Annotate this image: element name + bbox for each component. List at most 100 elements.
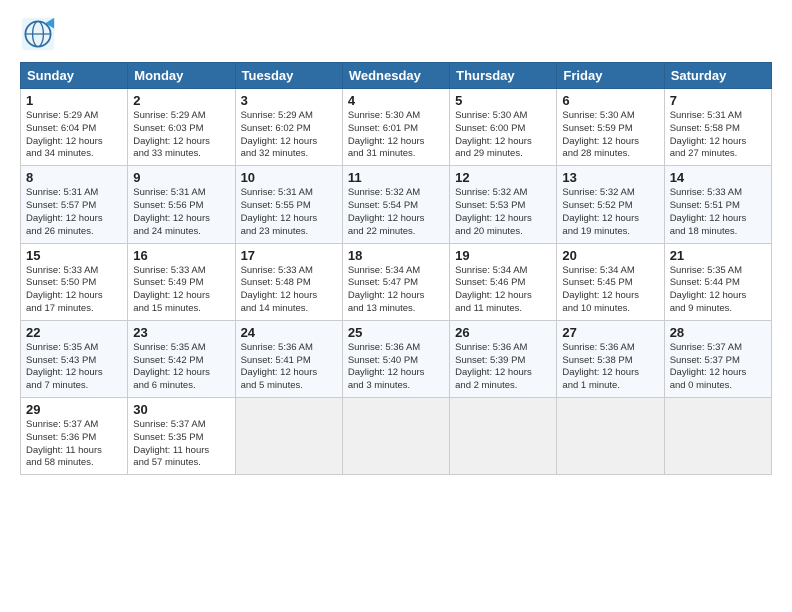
day-detail: Sunrise: 5:32 AM Sunset: 5:54 PM Dayligh… bbox=[348, 187, 444, 238]
day-detail: Sunrise: 5:30 AM Sunset: 6:01 PM Dayligh… bbox=[348, 110, 444, 161]
calendar-day-cell bbox=[557, 398, 664, 475]
day-detail: Sunrise: 5:35 AM Sunset: 5:44 PM Dayligh… bbox=[670, 265, 766, 316]
day-detail: Sunrise: 5:33 AM Sunset: 5:51 PM Dayligh… bbox=[670, 187, 766, 238]
day-number: 9 bbox=[133, 170, 229, 185]
day-number: 30 bbox=[133, 402, 229, 417]
day-detail: Sunrise: 5:31 AM Sunset: 5:55 PM Dayligh… bbox=[241, 187, 337, 238]
day-number: 2 bbox=[133, 93, 229, 108]
day-number: 15 bbox=[26, 248, 122, 263]
day-detail: Sunrise: 5:36 AM Sunset: 5:40 PM Dayligh… bbox=[348, 342, 444, 393]
day-number: 16 bbox=[133, 248, 229, 263]
day-number: 28 bbox=[670, 325, 766, 340]
day-number: 7 bbox=[670, 93, 766, 108]
day-number: 17 bbox=[241, 248, 337, 263]
day-detail: Sunrise: 5:34 AM Sunset: 5:46 PM Dayligh… bbox=[455, 265, 551, 316]
calendar-weekday-header: Thursday bbox=[450, 63, 557, 89]
calendar-day-cell bbox=[342, 398, 449, 475]
calendar-day-cell: 14 Sunrise: 5:33 AM Sunset: 5:51 PM Dayli… bbox=[664, 166, 771, 243]
day-number: 13 bbox=[562, 170, 658, 185]
calendar-day-cell: 27 Sunrise: 5:36 AM Sunset: 5:38 PM Dayli… bbox=[557, 320, 664, 397]
day-detail: Sunrise: 5:31 AM Sunset: 5:56 PM Dayligh… bbox=[133, 187, 229, 238]
day-number: 14 bbox=[670, 170, 766, 185]
day-detail: Sunrise: 5:30 AM Sunset: 5:59 PM Dayligh… bbox=[562, 110, 658, 161]
day-detail: Sunrise: 5:33 AM Sunset: 5:48 PM Dayligh… bbox=[241, 265, 337, 316]
calendar-day-cell: 3Sunrise: 5:29 AM Sunset: 6:02 PM Daylig… bbox=[235, 89, 342, 166]
calendar-day-cell: 9 Sunrise: 5:31 AM Sunset: 5:56 PM Daylig… bbox=[128, 166, 235, 243]
day-number: 11 bbox=[348, 170, 444, 185]
calendar-day-cell: 6 Sunrise: 5:30 AM Sunset: 5:59 PM Daylig… bbox=[557, 89, 664, 166]
day-detail: Sunrise: 5:36 AM Sunset: 5:41 PM Dayligh… bbox=[241, 342, 337, 393]
calendar-day-cell: 1 Sunrise: 5:29 AM Sunset: 6:04 PM Daylig… bbox=[21, 89, 128, 166]
calendar-day-cell: 16 Sunrise: 5:33 AM Sunset: 5:49 PM Dayli… bbox=[128, 243, 235, 320]
calendar-day-cell: 8Sunrise: 5:31 AM Sunset: 5:57 PM Daylig… bbox=[21, 166, 128, 243]
calendar-day-cell: 30Sunrise: 5:37 AM Sunset: 5:35 PM Dayli… bbox=[128, 398, 235, 475]
calendar-week-row: 1 Sunrise: 5:29 AM Sunset: 6:04 PM Daylig… bbox=[21, 89, 772, 166]
day-number: 6 bbox=[562, 93, 658, 108]
header bbox=[20, 16, 772, 52]
logo-icon bbox=[20, 16, 56, 52]
calendar-day-cell: 26Sunrise: 5:36 AM Sunset: 5:39 PM Dayli… bbox=[450, 320, 557, 397]
calendar-week-row: 15 Sunrise: 5:33 AM Sunset: 5:50 PM Dayli… bbox=[21, 243, 772, 320]
calendar-weekday-header: Sunday bbox=[21, 63, 128, 89]
calendar-day-cell: 10 Sunrise: 5:31 AM Sunset: 5:55 PM Dayli… bbox=[235, 166, 342, 243]
day-number: 23 bbox=[133, 325, 229, 340]
calendar-day-cell: 12 Sunrise: 5:32 AM Sunset: 5:53 PM Dayli… bbox=[450, 166, 557, 243]
calendar-weekday-header: Wednesday bbox=[342, 63, 449, 89]
calendar-day-cell: 21 Sunrise: 5:35 AM Sunset: 5:44 PM Dayli… bbox=[664, 243, 771, 320]
calendar-day-cell: 19 Sunrise: 5:34 AM Sunset: 5:46 PM Dayli… bbox=[450, 243, 557, 320]
calendar-day-cell: 18Sunrise: 5:34 AM Sunset: 5:47 PM Dayli… bbox=[342, 243, 449, 320]
day-number: 25 bbox=[348, 325, 444, 340]
day-detail: Sunrise: 5:33 AM Sunset: 5:50 PM Dayligh… bbox=[26, 265, 122, 316]
day-number: 10 bbox=[241, 170, 337, 185]
calendar-day-cell bbox=[450, 398, 557, 475]
day-number: 21 bbox=[670, 248, 766, 263]
day-number: 18 bbox=[348, 248, 444, 263]
calendar-day-cell: 29 Sunrise: 5:37 AM Sunset: 5:36 PM Dayli… bbox=[21, 398, 128, 475]
calendar-day-cell bbox=[664, 398, 771, 475]
calendar-weekday-header: Tuesday bbox=[235, 63, 342, 89]
day-number: 20 bbox=[562, 248, 658, 263]
day-number: 27 bbox=[562, 325, 658, 340]
day-detail: Sunrise: 5:37 AM Sunset: 5:36 PM Dayligh… bbox=[26, 419, 122, 470]
calendar-day-cell: 2 Sunrise: 5:29 AM Sunset: 6:03 PM Daylig… bbox=[128, 89, 235, 166]
day-number: 24 bbox=[241, 325, 337, 340]
calendar-header-row: SundayMondayTuesdayWednesdayThursdayFrid… bbox=[21, 63, 772, 89]
calendar-day-cell: 15 Sunrise: 5:33 AM Sunset: 5:50 PM Dayli… bbox=[21, 243, 128, 320]
day-detail: Sunrise: 5:29 AM Sunset: 6:04 PM Dayligh… bbox=[26, 110, 122, 161]
day-detail: Sunrise: 5:34 AM Sunset: 5:45 PM Dayligh… bbox=[562, 265, 658, 316]
day-number: 5 bbox=[455, 93, 551, 108]
day-detail: Sunrise: 5:35 AM Sunset: 5:42 PM Dayligh… bbox=[133, 342, 229, 393]
calendar-week-row: 29 Sunrise: 5:37 AM Sunset: 5:36 PM Dayli… bbox=[21, 398, 772, 475]
day-detail: Sunrise: 5:33 AM Sunset: 5:49 PM Dayligh… bbox=[133, 265, 229, 316]
day-detail: Sunrise: 5:37 AM Sunset: 5:37 PM Dayligh… bbox=[670, 342, 766, 393]
day-number: 1 bbox=[26, 93, 122, 108]
day-detail: Sunrise: 5:30 AM Sunset: 6:00 PM Dayligh… bbox=[455, 110, 551, 161]
calendar-table: SundayMondayTuesdayWednesdayThursdayFrid… bbox=[20, 62, 772, 475]
day-detail: Sunrise: 5:32 AM Sunset: 5:53 PM Dayligh… bbox=[455, 187, 551, 238]
calendar-weekday-header: Saturday bbox=[664, 63, 771, 89]
calendar-day-cell: 7 Sunrise: 5:31 AM Sunset: 5:58 PM Daylig… bbox=[664, 89, 771, 166]
day-detail: Sunrise: 5:32 AM Sunset: 5:52 PM Dayligh… bbox=[562, 187, 658, 238]
page: SundayMondayTuesdayWednesdayThursdayFrid… bbox=[0, 0, 792, 612]
day-number: 22 bbox=[26, 325, 122, 340]
calendar-day-cell: 13 Sunrise: 5:32 AM Sunset: 5:52 PM Dayli… bbox=[557, 166, 664, 243]
calendar-day-cell: 25 Sunrise: 5:36 AM Sunset: 5:40 PM Dayli… bbox=[342, 320, 449, 397]
day-detail: Sunrise: 5:29 AM Sunset: 6:03 PM Dayligh… bbox=[133, 110, 229, 161]
calendar-day-cell: 4Sunrise: 5:30 AM Sunset: 6:01 PM Daylig… bbox=[342, 89, 449, 166]
calendar-day-cell: 28 Sunrise: 5:37 AM Sunset: 5:37 PM Dayli… bbox=[664, 320, 771, 397]
calendar-day-cell: 17 Sunrise: 5:33 AM Sunset: 5:48 PM Dayli… bbox=[235, 243, 342, 320]
day-number: 19 bbox=[455, 248, 551, 263]
calendar-day-cell: 5 Sunrise: 5:30 AM Sunset: 6:00 PM Daylig… bbox=[450, 89, 557, 166]
day-detail: Sunrise: 5:36 AM Sunset: 5:38 PM Dayligh… bbox=[562, 342, 658, 393]
calendar-day-cell: 23 Sunrise: 5:35 AM Sunset: 5:42 PM Dayli… bbox=[128, 320, 235, 397]
calendar-day-cell: 20 Sunrise: 5:34 AM Sunset: 5:45 PM Dayli… bbox=[557, 243, 664, 320]
calendar-day-cell: 22Sunrise: 5:35 AM Sunset: 5:43 PM Dayli… bbox=[21, 320, 128, 397]
day-number: 12 bbox=[455, 170, 551, 185]
calendar-day-cell: 11 Sunrise: 5:32 AM Sunset: 5:54 PM Dayli… bbox=[342, 166, 449, 243]
day-detail: Sunrise: 5:31 AM Sunset: 5:58 PM Dayligh… bbox=[670, 110, 766, 161]
day-number: 3 bbox=[241, 93, 337, 108]
day-number: 29 bbox=[26, 402, 122, 417]
calendar-day-cell bbox=[235, 398, 342, 475]
calendar-weekday-header: Friday bbox=[557, 63, 664, 89]
calendar-day-cell: 24 Sunrise: 5:36 AM Sunset: 5:41 PM Dayli… bbox=[235, 320, 342, 397]
